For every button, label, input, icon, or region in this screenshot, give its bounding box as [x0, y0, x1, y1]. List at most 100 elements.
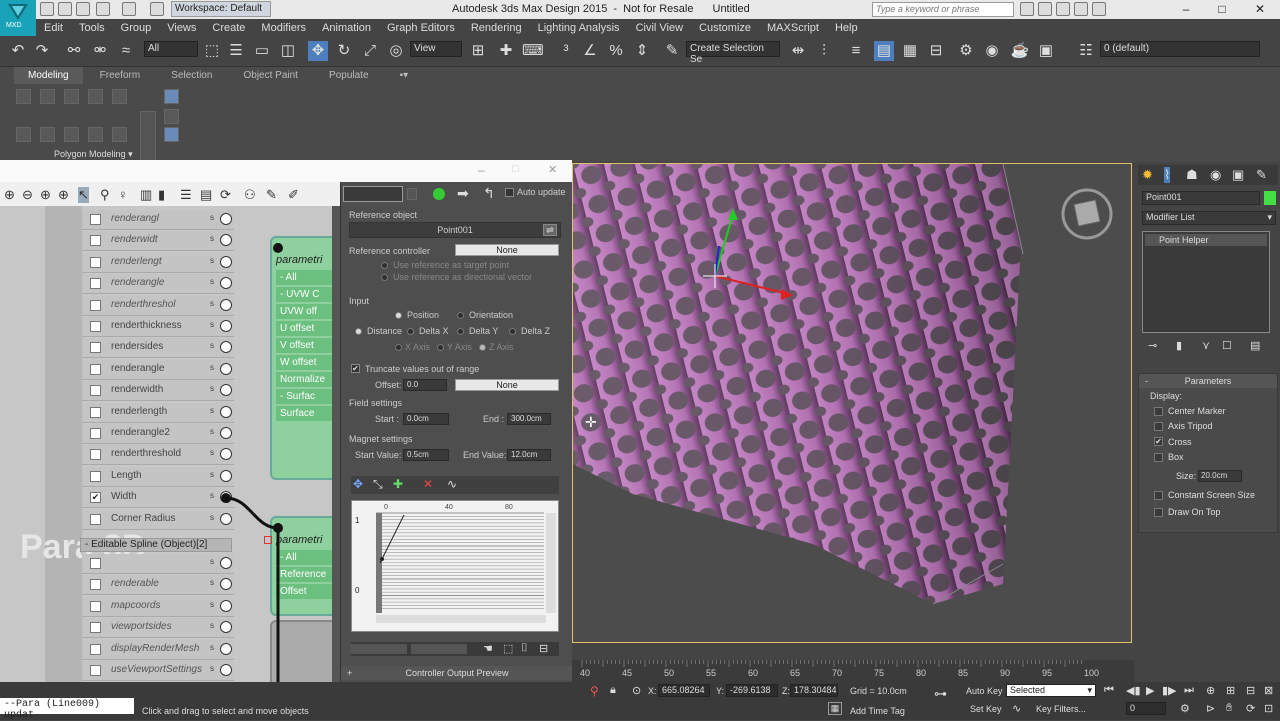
bind-spacewarp-icon[interactable]: ≈: [116, 41, 136, 61]
menu-lighting-analysis[interactable]: Lighting Analysis: [538, 19, 620, 37]
graph-range-field[interactable]: [411, 644, 467, 654]
menu-graph-editors[interactable]: Graph Editors: [387, 19, 455, 37]
lock-selection-icon[interactable]: 🔒︎: [610, 684, 616, 697]
offset-button[interactable]: None: [455, 379, 559, 391]
position-radio[interactable]: [395, 312, 402, 319]
box-checkbox[interactable]: [1154, 453, 1163, 462]
fit-icon[interactable]: ⊟: [539, 642, 548, 655]
goto-end-icon[interactable]: ⏭: [1184, 684, 1194, 697]
spinner-snap-icon[interactable]: ⇕: [632, 41, 652, 61]
auto-key-button[interactable]: Auto Key: [966, 686, 1003, 696]
y-coord-field[interactable]: -269.6138: [726, 684, 778, 697]
link-icon[interactable]: ⚯: [64, 41, 84, 61]
ribbon-panel-label[interactable]: Polygon Modeling ▾: [54, 149, 133, 160]
eyedropper-icon[interactable]: ✐: [288, 187, 299, 203]
delta-x-radio[interactable]: [407, 328, 414, 335]
zoom-selected-icon[interactable]: ⊕: [58, 187, 69, 203]
z-coord-field[interactable]: 178.30484: [790, 684, 838, 697]
end-value-field[interactable]: 12.0cm: [507, 449, 551, 461]
display-tab-icon[interactable]: ▣: [1232, 167, 1244, 183]
zoom-region-icon[interactable]: ⬚: [503, 642, 513, 655]
center-marker-checkbox[interactable]: [1154, 407, 1163, 416]
manipulate-icon[interactable]: ✚: [496, 41, 516, 61]
make-unique-icon[interactable]: ⋎: [1202, 339, 1210, 352]
play-icon[interactable]: ▶: [1146, 684, 1154, 697]
window-crossing-icon[interactable]: ◫: [278, 41, 298, 61]
stack-item-point-helper[interactable]: Point Helper: [1145, 234, 1267, 246]
select-icon[interactable]: ↖: [78, 187, 89, 203]
light-icon[interactable]: ♀: [118, 187, 128, 202]
close-button[interactable]: ✕: [1250, 2, 1270, 16]
cross-checkbox[interactable]: ✔: [1154, 437, 1163, 446]
curve-editor-icon[interactable]: ⊟: [926, 41, 946, 61]
pan-icon[interactable]: ✋︎: [1226, 702, 1232, 715]
controller-graph[interactable]: 1 0 0 40 80: [351, 500, 559, 632]
delta-z-radio[interactable]: [509, 328, 516, 335]
redo-icon[interactable]: [122, 2, 136, 16]
tab-selection[interactable]: Selection: [157, 67, 226, 84]
unlink-icon[interactable]: ⚮: [90, 41, 110, 61]
menu-animation[interactable]: Animation: [322, 19, 371, 37]
tab-object-paint[interactable]: Object Paint: [229, 67, 311, 84]
zoom-extents-all-icon[interactable]: ⊠: [1264, 684, 1273, 697]
timeline-ruler[interactable]: 40 45 50 55 60 65 70 75 80 85 90 95 100: [572, 660, 1134, 682]
scale-icon[interactable]: ⤢: [360, 41, 380, 61]
undo-icon[interactable]: [96, 2, 110, 16]
named-selection-set[interactable]: Create Selection Se: [686, 41, 780, 65]
truncate-checkbox[interactable]: ✔: [351, 364, 360, 373]
communication-icon[interactable]: [1056, 2, 1070, 16]
use-target-radio[interactable]: [381, 262, 388, 269]
utilities-tab-icon[interactable]: ✎: [1256, 167, 1267, 183]
undo-icon[interactable]: ↶: [8, 41, 28, 61]
set-key-button[interactable]: Set Key: [970, 704, 1002, 714]
project-folder-icon[interactable]: [150, 2, 164, 16]
reference-object-field[interactable]: Point001: [349, 222, 561, 238]
y-axis-radio[interactable]: [437, 344, 444, 351]
key-mode-select[interactable]: Selected ▾: [1006, 684, 1096, 697]
graph-vscroll[interactable]: [546, 513, 556, 613]
reference-controller-button[interactable]: None: [455, 244, 559, 256]
start-field[interactable]: 0.0cm: [403, 413, 449, 425]
pan-icon[interactable]: ☚: [483, 642, 493, 655]
x-axis-radio[interactable]: [395, 344, 402, 351]
ribbon-toggle-icon[interactable]: [164, 127, 179, 142]
end-field[interactable]: 300.0cm: [507, 413, 551, 425]
curve-key[interactable]: [380, 557, 384, 561]
maxscript-listener[interactable]: --Para (Line009) updat: [0, 698, 134, 721]
zoom-extents-icon[interactable]: ⊟: [1246, 684, 1255, 697]
ribbon-options-icon[interactable]: ▪▾: [386, 67, 423, 84]
motion-tab-icon[interactable]: ◉: [1210, 167, 1221, 183]
zoom-region-icon[interactable]: ⊖: [22, 187, 33, 203]
size-field[interactable]: 20.0cm: [1198, 470, 1242, 482]
viewcube-icon[interactable]: [1061, 188, 1113, 240]
tab-populate[interactable]: Populate: [315, 67, 382, 84]
perspective-viewport[interactable]: ✛: [572, 163, 1132, 643]
help-icon[interactable]: [1092, 2, 1106, 16]
render-frame-icon[interactable]: ▣: [1036, 41, 1056, 61]
show-end-result-icon[interactable]: ▮: [1176, 339, 1182, 352]
snap-toggle-icon[interactable]: ³: [556, 41, 576, 61]
edit-named-selection-icon[interactable]: ✎: [662, 41, 682, 61]
tab-modeling[interactable]: Modeling: [14, 67, 83, 84]
distance-radio[interactable]: [355, 328, 362, 335]
redo-icon[interactable]: ↷: [32, 41, 52, 61]
delete-key-icon[interactable]: ✕: [423, 477, 433, 491]
ribbon-tool-icon[interactable]: [88, 89, 103, 104]
zoom-icon[interactable]: ⊕: [4, 187, 15, 203]
open-icon[interactable]: [58, 2, 72, 16]
curve-type-icon[interactable]: ∿: [447, 477, 457, 491]
grid-icon[interactable]: ▤: [200, 187, 212, 203]
menu-customize[interactable]: Customize: [699, 19, 751, 37]
editor-minimize-button[interactable]: –: [478, 163, 485, 177]
ribbon-tool-icon[interactable]: [64, 127, 79, 142]
angle-snap-icon[interactable]: ∠: [580, 41, 600, 61]
orbit-icon[interactable]: ⟳: [1246, 702, 1255, 715]
ribbon-tool-icon[interactable]: [40, 127, 55, 142]
goto-start-icon[interactable]: ⏮: [1104, 684, 1114, 697]
controller-output-preview-rollout[interactable]: + Controller Output Preview: [341, 666, 573, 680]
minimize-button[interactable]: –: [1176, 2, 1196, 16]
brush-icon[interactable]: ✎: [266, 187, 277, 203]
constant-screen-size-checkbox[interactable]: [1154, 491, 1163, 500]
pin-icon[interactable]: ⚲: [100, 187, 110, 203]
ribbon-toggle-icon[interactable]: ▦: [900, 41, 920, 61]
